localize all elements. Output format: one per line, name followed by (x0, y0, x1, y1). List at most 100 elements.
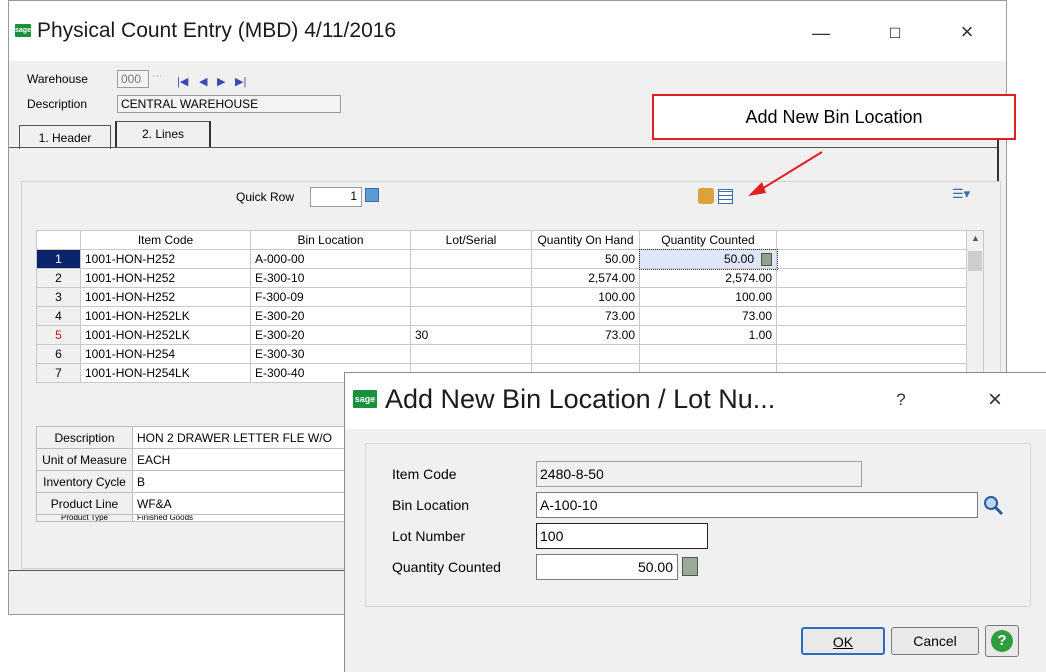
add-bin-location-icon[interactable] (698, 188, 714, 204)
table-row[interactable]: 1 1001-HON-H252 A-000-00 50.00 50.00 (36, 248, 967, 270)
bin-location-cell[interactable]: A-000-00 (250, 249, 411, 269)
column-header[interactable]: Lot/Serial (410, 230, 532, 250)
quantity-on-hand-cell: 73.00 (531, 325, 640, 345)
quantity-counted-cell[interactable]: 2,574.00 (639, 268, 777, 288)
main-titlebar: sage Physical Count Entry (MBD) 4/11/201… (9, 1, 1006, 61)
lot-serial-cell[interactable] (410, 249, 532, 269)
quantity-counted-input[interactable]: 50.00 (536, 554, 678, 580)
customize-icon[interactable]: ☰▾ (952, 186, 970, 202)
row-number[interactable]: 4 (36, 306, 81, 326)
lines-grid: Item Code Bin Location Lot/Serial Quanti… (36, 230, 967, 383)
tab-header[interactable]: 1. Header (19, 125, 111, 149)
tab-lines[interactable]: 2. Lines (115, 121, 211, 147)
first-record-icon[interactable]: |◀ (177, 75, 188, 88)
help-button[interactable]: ? (881, 385, 921, 415)
column-header[interactable]: Quantity On Hand (531, 230, 640, 250)
info-value: Finished Goods (132, 514, 367, 522)
callout-arrow (748, 151, 823, 196)
cancel-button[interactable]: Cancel (891, 627, 979, 655)
quick-row-label: Quick Row (236, 190, 295, 204)
bin-location-cell[interactable]: E-300-10 (250, 268, 411, 288)
quantity-on-hand-cell: 73.00 (531, 306, 640, 326)
previous-record-icon[interactable]: ◀ (199, 75, 207, 88)
info-value: WF&A (132, 492, 367, 515)
item-code-cell[interactable]: 1001-HON-H254 (80, 344, 251, 364)
quick-row-icon[interactable] (365, 188, 379, 202)
close-button[interactable]: × (947, 17, 987, 47)
description-label: Description (27, 97, 88, 111)
bin-location-cell[interactable]: F-300-09 (250, 287, 411, 307)
item-info-table: Description HON 2 DRAWER LETTER FLE W/O U… (36, 426, 367, 522)
scroll-thumb[interactable] (968, 251, 982, 271)
description-field: CENTRAL WAREHOUSE (117, 95, 341, 113)
bin-location-label: Bin Location (392, 497, 470, 513)
bin-location-cell[interactable]: E-300-20 (250, 325, 411, 345)
help-icon[interactable]: ? (991, 630, 1013, 652)
quantity-counted-cell[interactable]: 100.00 (639, 287, 777, 307)
quantity-counted-cell[interactable]: 50.00 (638, 248, 778, 270)
info-value: B (132, 470, 367, 493)
minimize-button[interactable]: — (801, 18, 841, 48)
table-row[interactable]: 5 1001-HON-H252LK E-300-20 30 73.00 1.00 (36, 325, 967, 345)
lot-serial-cell[interactable]: 30 (410, 325, 532, 345)
lookup-icon[interactable]: ⋯ (152, 71, 162, 82)
empty-cell (776, 268, 967, 288)
quantity-counted-value[interactable]: 50.00 (724, 252, 754, 266)
quantity-counted-label: Quantity Counted (392, 559, 501, 575)
quick-row-input[interactable]: 1 (310, 187, 362, 207)
column-header[interactable]: Bin Location (250, 230, 411, 250)
dialog-close-button[interactable]: × (975, 385, 1015, 415)
bin-location-cell[interactable]: E-300-20 (250, 306, 411, 326)
row-number[interactable]: 7 (36, 363, 81, 383)
maximize-button[interactable]: ☐ (875, 18, 915, 48)
calculator-icon[interactable] (682, 557, 698, 576)
ok-button[interactable]: OK (801, 627, 885, 655)
quantity-on-hand-cell (531, 344, 640, 364)
item-code-cell[interactable]: 1001-HON-H252LK (80, 306, 251, 326)
row-number[interactable]: 3 (36, 287, 81, 307)
lot-number-label: Lot Number (392, 528, 466, 544)
lot-serial-cell[interactable] (410, 306, 532, 326)
quantity-counted-cell[interactable]: 73.00 (639, 306, 777, 326)
row-number[interactable]: 5 (36, 325, 81, 345)
lot-number-input[interactable]: 100 (536, 523, 708, 549)
table-row[interactable]: 4 1001-HON-H252LK E-300-20 73.00 73.00 (36, 306, 967, 326)
next-record-icon[interactable]: ▶ (217, 75, 225, 88)
bin-location-input[interactable]: A-100-10 (536, 492, 978, 518)
callout-arrow-line (759, 151, 823, 191)
item-code-cell[interactable]: 1001-HON-H252 (80, 268, 251, 288)
info-label: Description (36, 426, 133, 449)
item-code-cell[interactable]: 1001-HON-H252 (80, 249, 251, 269)
last-record-icon[interactable]: ▶| (235, 75, 246, 88)
warehouse-field[interactable]: 000 (117, 70, 149, 88)
info-label: Inventory Cycle (36, 470, 133, 493)
row-number[interactable]: 6 (36, 344, 81, 364)
quantity-counted-cell[interactable] (639, 344, 777, 364)
scroll-up-icon[interactable]: ▲ (971, 233, 980, 243)
lot-serial-cell[interactable] (410, 268, 532, 288)
bin-location-cell[interactable]: E-300-30 (250, 344, 411, 364)
lot-serial-cell[interactable] (410, 287, 532, 307)
item-code-cell[interactable]: 1001-HON-H252 (80, 287, 251, 307)
column-header[interactable]: Quantity Counted (639, 230, 777, 250)
table-row[interactable]: 2 1001-HON-H252 E-300-10 2,574.00 2,574.… (36, 268, 967, 288)
ok-button-label[interactable]: OK (833, 634, 853, 650)
lot-serial-cell[interactable] (410, 344, 532, 364)
item-code-cell[interactable]: 1001-HON-H252LK (80, 325, 251, 345)
grid-view-icon[interactable] (718, 189, 733, 204)
empty-cell (776, 325, 967, 345)
table-row[interactable]: 6 1001-HON-H254 E-300-30 (36, 344, 967, 364)
info-label: Product Line (36, 492, 133, 515)
row-number[interactable]: 1 (36, 249, 81, 269)
calculator-icon[interactable] (761, 253, 772, 266)
column-header[interactable]: Item Code (80, 230, 251, 250)
row-number[interactable]: 2 (36, 268, 81, 288)
help-circle-button[interactable]: ? (985, 625, 1019, 657)
callout-box: Add New Bin Location (652, 94, 1016, 140)
item-code-cell[interactable]: 1001-HON-H254LK (80, 363, 251, 383)
dialog-title: Add New Bin Location / Lot Nu... (385, 384, 776, 414)
item-code-label: Item Code (392, 466, 457, 482)
quantity-counted-cell[interactable]: 1.00 (639, 325, 777, 345)
search-icon[interactable] (982, 494, 1004, 516)
table-row[interactable]: 3 1001-HON-H252 F-300-09 100.00 100.00 (36, 287, 967, 307)
